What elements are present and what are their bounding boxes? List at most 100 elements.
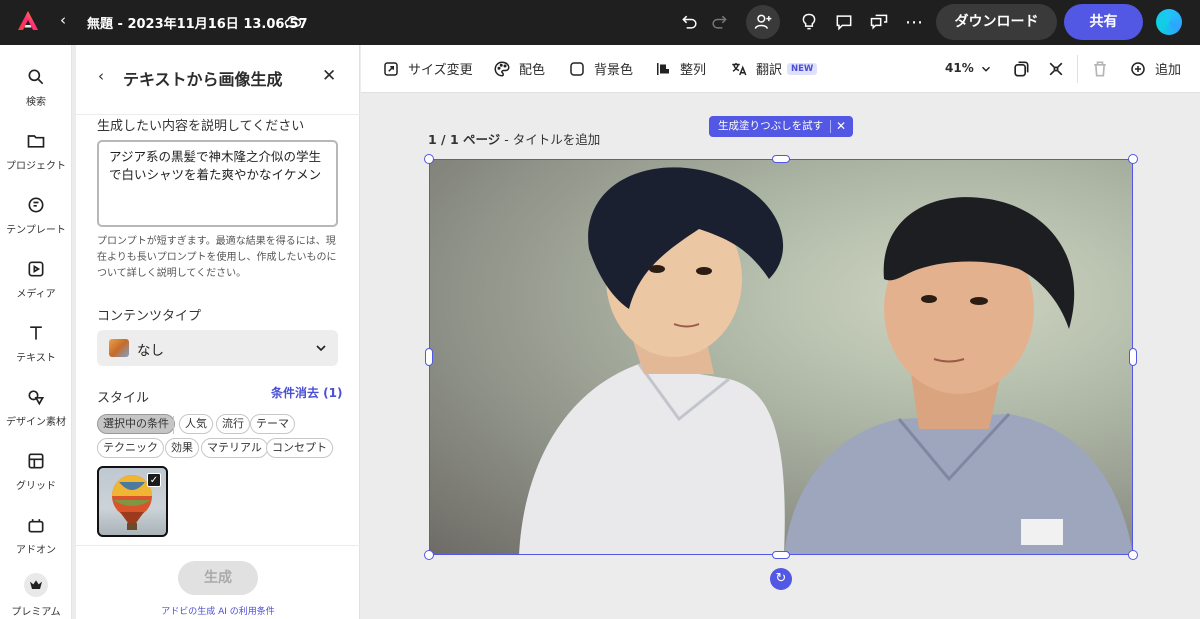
rail-label: 検索 xyxy=(26,97,46,108)
add-button[interactable]: 追加 xyxy=(1129,59,1181,78)
checkbox-checked-icon[interactable]: ✓ xyxy=(147,473,161,487)
color-button[interactable]: 配色 xyxy=(493,59,545,78)
page-title-placeholder[interactable]: - タイトルを追加 xyxy=(500,132,600,147)
rotate-icon[interactable]: ↻ xyxy=(770,568,792,590)
background-color-button[interactable]: 背景色 xyxy=(568,59,633,78)
addon-icon xyxy=(28,519,44,533)
panel-title: テキストから画像生成 xyxy=(123,70,283,89)
prompt-label: 生成したい内容を説明してください xyxy=(97,119,305,134)
chevron-down-icon xyxy=(316,345,326,352)
rail-label: グリッド xyxy=(16,481,56,492)
align-label: 整列 xyxy=(680,63,707,78)
rail-item-design-assets[interactable]: デザイン素材 xyxy=(0,387,72,428)
rail-item-grid[interactable]: グリッド xyxy=(0,451,72,492)
page-label[interactable]: 1 / 1 ページ - タイトルを追加 xyxy=(428,129,600,148)
zoom-chevron-down-icon[interactable] xyxy=(979,62,993,76)
rail-label: テンプレート xyxy=(6,225,66,236)
generative-fill-label[interactable]: 生成塗りつぶしを試す xyxy=(718,116,823,137)
chip-divider xyxy=(173,416,174,434)
rail-label: テキスト xyxy=(16,353,56,364)
clear-filters-link[interactable]: 条件消去 (1) xyxy=(271,384,343,401)
cloud-icon[interactable] xyxy=(282,11,304,31)
resize-label: サイズ変更 xyxy=(408,63,473,78)
chip-technique[interactable]: テクニック xyxy=(97,438,164,458)
resize-handle-top-right[interactable] xyxy=(1128,154,1138,164)
rail-item-templates[interactable]: テンプレート xyxy=(0,195,72,236)
background-label: 背景色 xyxy=(594,63,634,78)
palette-icon xyxy=(494,60,510,77)
resize-handle-bottom-right[interactable] xyxy=(1128,550,1138,560)
content-type-select[interactable]: なし xyxy=(97,330,338,366)
delete-icon[interactable] xyxy=(1089,58,1111,80)
text-to-image-panel: ‹ テキストから画像生成 ✕ 生成したい内容を説明してください アジア系の黒髪で… xyxy=(76,45,360,619)
rail-item-text[interactable]: テキスト xyxy=(0,323,72,364)
grid-icon xyxy=(28,453,44,469)
close-icon[interactable]: ✕ xyxy=(322,66,336,86)
rail-label: アドオン xyxy=(16,545,56,556)
invite-user-icon[interactable] xyxy=(752,11,774,33)
rail-label: デザイン素材 xyxy=(6,417,66,428)
rail-item-search[interactable]: 検索 xyxy=(0,67,72,108)
generate-button[interactable]: 生成 xyxy=(178,561,258,595)
zoom-level[interactable]: 41% xyxy=(945,61,974,75)
back-chevron-icon[interactable]: ‹ xyxy=(60,11,66,29)
add-label: 追加 xyxy=(1155,63,1182,78)
pill-divider xyxy=(830,120,831,133)
review-comment-icon[interactable] xyxy=(868,11,890,33)
new-badge: NEW xyxy=(787,62,818,75)
media-icon xyxy=(28,261,44,277)
rail-label: プロジェクト xyxy=(6,161,66,172)
add-circle-icon xyxy=(1131,61,1145,76)
redo-icon[interactable] xyxy=(708,11,730,33)
chip-trending[interactable]: 流行 xyxy=(216,414,250,434)
generative-fill-pill[interactable]: 生成塗りつぶしを試す ✕ xyxy=(709,116,853,137)
comment-icon[interactable] xyxy=(833,11,855,33)
resize-icon xyxy=(384,61,398,76)
background-swatch-icon xyxy=(570,61,584,76)
search-icon xyxy=(28,69,44,85)
rail-item-premium[interactable]: プレミアム xyxy=(0,573,72,618)
terms-link[interactable]: アドビの生成 AI の利用条件 xyxy=(76,604,360,617)
chip-popular[interactable]: 人気 xyxy=(179,414,213,434)
toolbar-divider xyxy=(1077,55,1078,83)
document-title[interactable]: 無題 - 2023年11月16日 13.06.57 xyxy=(87,13,308,32)
panel-back-icon[interactable]: ‹ xyxy=(98,67,104,85)
share-button[interactable]: 共有 xyxy=(1064,4,1143,40)
resize-handle-bottom-left[interactable] xyxy=(424,550,434,560)
folder-icon xyxy=(27,135,45,148)
align-button[interactable]: 整列 xyxy=(654,59,706,78)
style-thumbnail-balloon[interactable]: ✓ xyxy=(97,466,168,537)
resize-handle-top-left[interactable] xyxy=(424,154,434,164)
rail-item-media[interactable]: メディア xyxy=(0,259,72,300)
chip-concept[interactable]: コンセプト xyxy=(266,438,333,458)
resize-handle-top[interactable] xyxy=(772,155,790,163)
resize-handle-right[interactable] xyxy=(1129,348,1137,366)
chip-selected-filters[interactable]: 選択中の条件 xyxy=(97,414,175,434)
translate-button[interactable]: 翻訳 NEW xyxy=(730,59,818,78)
download-button[interactable]: ダウンロード xyxy=(936,4,1057,40)
more-icon[interactable]: ⋯ xyxy=(903,11,925,33)
undo-icon[interactable] xyxy=(679,11,701,33)
pages-icon[interactable] xyxy=(1010,58,1032,80)
top-bar: ‹ 無題 - 2023年11月16日 13.06.57 ⋯ ダウンロード 共有 xyxy=(0,0,1200,45)
lightbulb-icon[interactable] xyxy=(798,11,820,33)
template-icon xyxy=(28,197,44,213)
arrange-icon[interactable] xyxy=(1045,58,1067,80)
avatar[interactable] xyxy=(1156,9,1182,35)
chip-theme[interactable]: テーマ xyxy=(250,414,295,434)
style-label: スタイル xyxy=(97,391,150,406)
chip-material[interactable]: マテリアル xyxy=(201,438,268,458)
shapes-icon xyxy=(28,390,45,406)
resize-handle-bottom[interactable] xyxy=(772,551,790,559)
chip-effect[interactable]: 効果 xyxy=(165,438,199,458)
resize-button[interactable]: サイズ変更 xyxy=(382,59,473,78)
rail-item-projects[interactable]: プロジェクト xyxy=(0,131,72,172)
prompt-input[interactable]: アジア系の黒髪で神木隆之介似の学生で白いシャツを着た爽やかなイケメン xyxy=(97,140,338,227)
adobe-express-logo[interactable] xyxy=(16,9,40,33)
rail-label: メディア xyxy=(16,289,56,300)
selection-box xyxy=(429,159,1133,555)
resize-handle-left[interactable] xyxy=(425,348,433,366)
editor-toolbar: サイズ変更 配色 背景色 整列 翻訳 NEW 41% 追加 xyxy=(361,45,1200,93)
close-icon[interactable]: ✕ xyxy=(836,116,846,137)
rail-item-addons[interactable]: アドオン xyxy=(0,515,72,556)
